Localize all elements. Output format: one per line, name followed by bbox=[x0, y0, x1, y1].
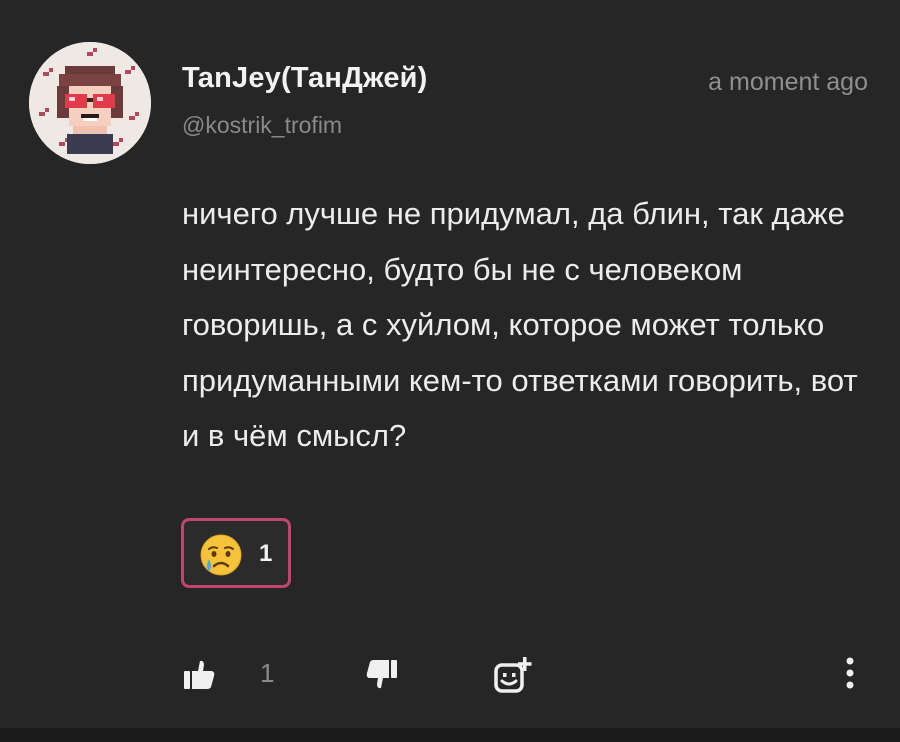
thumbs-up-icon bbox=[184, 660, 215, 689]
more-options-button[interactable] bbox=[840, 655, 860, 691]
reaction-chip[interactable]: 1 bbox=[181, 518, 291, 588]
comment-timestamp: a moment ago bbox=[708, 68, 868, 96]
vertical-ellipsis-icon bbox=[846, 657, 854, 689]
comment-text: ничего лучше не придумал, да блин, так д… bbox=[182, 196, 858, 454]
reaction-count: 1 bbox=[259, 540, 273, 567]
like-count: 1 bbox=[260, 658, 275, 688]
thumbs-down-icon bbox=[366, 660, 397, 689]
author-name[interactable]: TanJey(ТанДжей) bbox=[182, 62, 428, 95]
add-reaction-button[interactable] bbox=[493, 656, 533, 694]
pixel-art-avatar-icon bbox=[29, 42, 151, 164]
crying-face-icon bbox=[200, 534, 242, 576]
like-button[interactable] bbox=[182, 657, 216, 691]
author-handle[interactable]: @kostrik_trofim bbox=[182, 112, 342, 139]
add-emoji-icon bbox=[494, 657, 532, 693]
bottom-divider bbox=[0, 728, 900, 742]
dislike-button[interactable] bbox=[365, 658, 399, 692]
avatar[interactable] bbox=[29, 42, 151, 164]
